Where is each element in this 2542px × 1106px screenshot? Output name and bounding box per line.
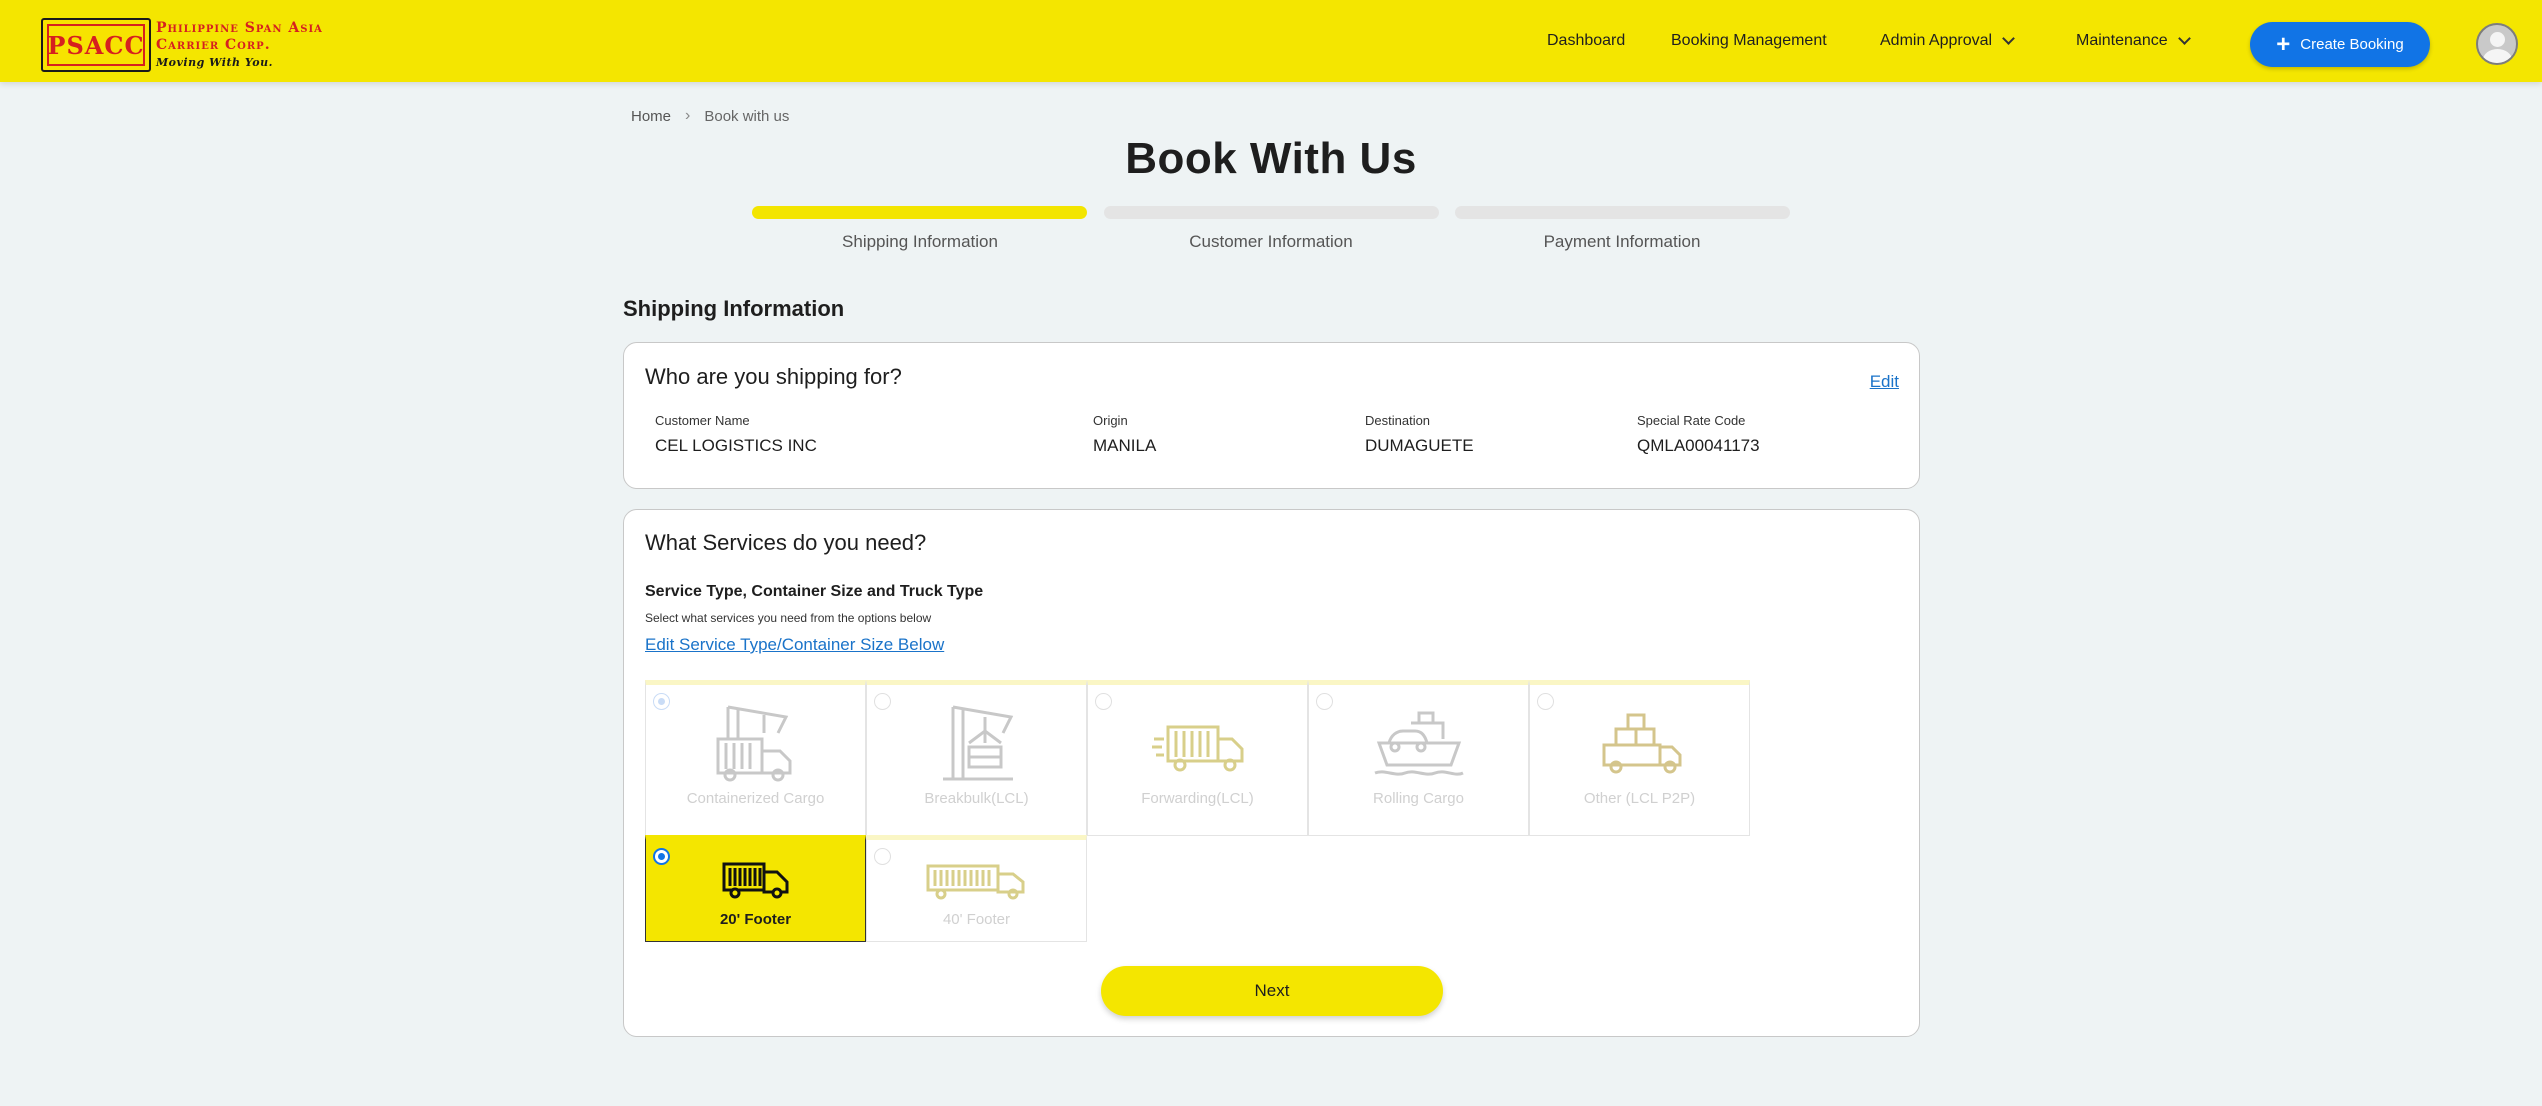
- step-label-shipping: Shipping Information: [842, 232, 998, 251]
- service-tile-other[interactable]: Other (LCL P2P): [1529, 680, 1750, 836]
- brand-tagline: Moving With You.: [156, 56, 273, 69]
- top-header: PSACC Philippine Span Asia Carrier Corp.…: [0, 0, 2542, 82]
- shipping-for-card: Who are you shipping for? Edit Customer …: [623, 342, 1920, 489]
- origin-value: MANILA: [1093, 436, 1157, 455]
- nav-dashboard[interactable]: Dashboard: [1547, 0, 1625, 82]
- step-bar-customer: [1104, 206, 1439, 219]
- nav-maintenance[interactable]: Maintenance: [2076, 0, 2191, 82]
- next-button-label: Next: [1254, 981, 1290, 1000]
- destination-label: Destination: [1365, 413, 1431, 428]
- breadcrumb: Home › Book with us: [631, 107, 789, 125]
- breadcrumb-home[interactable]: Home: [631, 108, 671, 125]
- services-card: What Services do you need? Service Type,…: [623, 509, 1920, 1037]
- services-title: What Services do you need?: [645, 530, 927, 555]
- logo-frame: PSACC: [47, 24, 145, 66]
- customer-name-field: Customer Name CEL LOGISTICS INC: [655, 413, 817, 456]
- nav-booking-management-label: Booking Management: [1671, 32, 1827, 49]
- nav-booking-management[interactable]: Booking Management: [1671, 0, 1827, 82]
- chevron-down-icon: [2177, 32, 2191, 45]
- brand-line-2: Carrier Corp.: [156, 37, 271, 53]
- brand-line-1: Philippine Span Asia: [156, 20, 323, 36]
- avatar-head-shape: [2490, 32, 2505, 47]
- container-label-20-footer: 20' Footer: [719, 911, 792, 928]
- container-tile-20-footer[interactable]: 20' Footer: [645, 835, 866, 942]
- truck-20ft-icon: [722, 862, 788, 899]
- nav-maintenance-label: Maintenance: [2076, 32, 2168, 49]
- container-tile-40-footer[interactable]: 40' Footer: [866, 835, 1087, 942]
- crane-container-truck-icon: [716, 705, 791, 782]
- services-heading: Service Type, Container Size and Truck T…: [645, 583, 984, 600]
- brand-name: Philippine Span Asia Carrier Corp. Movin…: [156, 20, 323, 71]
- edit-shipping-for-link[interactable]: Edit: [1870, 372, 1899, 392]
- step-label-customer: Customer Information: [1189, 232, 1353, 251]
- destination-field: Destination DUMAGUETE: [1365, 413, 1474, 456]
- service-tile-forwarding[interactable]: Forwarding(LCL): [1087, 680, 1308, 836]
- radio-20-footer[interactable]: [653, 848, 670, 865]
- container-label-40-footer: 40' Footer: [942, 911, 1011, 928]
- create-booking-label: Create Booking: [2300, 36, 2404, 53]
- special-rate-code-label: Special Rate Code: [1637, 413, 1746, 428]
- chevron-down-icon: [2002, 32, 2015, 45]
- radio-rolling-cargo[interactable]: [1316, 693, 1333, 710]
- crane-pallet-icon: [942, 705, 1013, 781]
- edit-service-type-link[interactable]: Edit Service Type/Container Size Below: [645, 635, 944, 655]
- radio-breakbulk[interactable]: [874, 693, 891, 710]
- service-tile-rolling-cargo[interactable]: Rolling Cargo: [1308, 680, 1529, 836]
- plus-icon: +: [2276, 30, 2291, 58]
- truck-40ft-icon: [926, 864, 1024, 900]
- forwarding-truck-icon: [1151, 725, 1243, 772]
- shipping-for-title: Who are you shipping for?: [645, 364, 902, 389]
- nav-admin-approval[interactable]: Admin Approval: [1880, 0, 2015, 82]
- avatar-body-shape: [2483, 49, 2512, 63]
- customer-name-value: CEL LOGISTICS INC: [655, 436, 817, 455]
- create-booking-button[interactable]: + Create Booking: [2250, 22, 2430, 67]
- psacc-logo[interactable]: PSACC: [41, 18, 151, 72]
- service-label-forwarding: Forwarding(LCL): [1141, 790, 1254, 807]
- step-label-payment: Payment Information: [1543, 232, 1701, 251]
- radio-forwarding[interactable]: [1095, 693, 1112, 710]
- services-subtitle: Select what services you need from the o…: [645, 611, 932, 625]
- ship-car-icon: [1373, 711, 1464, 776]
- customer-name-label: Customer Name: [655, 413, 750, 428]
- special-rate-code-field: Special Rate Code QMLA00041173: [1637, 413, 1760, 456]
- breadcrumb-current: Book with us: [704, 107, 790, 125]
- origin-field: Origin MANILA: [1093, 413, 1156, 456]
- page-title: Book With Us: [1125, 134, 1417, 183]
- boxes-truck-icon: [1602, 713, 1681, 774]
- service-tile-breakbulk[interactable]: Breakbulk(LCL): [866, 680, 1087, 836]
- step-bar-shipping: [752, 206, 1087, 219]
- step-bar-payment: [1455, 206, 1790, 219]
- service-label-breakbulk: Breakbulk(LCL): [924, 790, 1029, 807]
- service-label-rolling-cargo: Rolling Cargo: [1373, 790, 1464, 807]
- radio-other[interactable]: [1537, 693, 1554, 710]
- service-tile-containerized[interactable]: Containerized Cargo: [645, 680, 866, 836]
- radio-40-footer[interactable]: [874, 848, 891, 865]
- service-label-containerized: Containerized Cargo: [686, 790, 825, 807]
- service-label-other: Other (LCL P2P): [1583, 790, 1696, 807]
- radio-containerized[interactable]: [653, 693, 670, 710]
- destination-value: DUMAGUETE: [1365, 436, 1474, 455]
- chevron-right-icon: ›: [685, 107, 691, 124]
- special-rate-code-value: QMLA00041173: [1637, 436, 1760, 455]
- nav-admin-approval-label: Admin Approval: [1880, 32, 1993, 49]
- user-avatar[interactable]: [2476, 23, 2518, 65]
- next-button[interactable]: Next: [1101, 966, 1443, 1016]
- section-title: Shipping Information: [623, 296, 845, 321]
- logo-text: PSACC: [47, 30, 145, 60]
- nav-dashboard-label: Dashboard: [1547, 32, 1626, 49]
- origin-label: Origin: [1093, 413, 1128, 428]
